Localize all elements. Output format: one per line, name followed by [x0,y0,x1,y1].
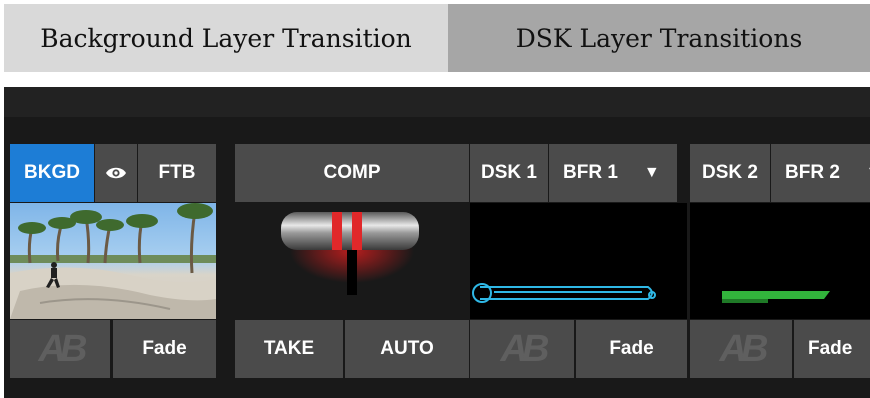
fade-label: Fade [609,338,654,359]
transition-style-button-dsk1[interactable]: AB [470,320,574,378]
dsk1-button[interactable]: DSK 1 [470,144,548,202]
tab-label: Background Layer Transition [40,23,412,53]
transition-style-button-dsk2[interactable]: AB [690,320,792,378]
tab-label: DSK Layer Transitions [515,23,803,53]
comp-label: COMP [323,162,381,183]
fade-button-dsk2[interactable]: Fade [794,320,870,378]
ftb-label: FTB [158,162,196,183]
panel-top-band [4,87,870,117]
dsk2-lower-third-graphic [722,291,830,303]
bkgd-label: BKGD [24,162,80,183]
t-bar[interactable] [235,203,469,319]
transition-panel: BKGD FTB COMP DSK 1 BFR 1 ▼ DSK 2 BFR 2 … [4,87,870,398]
ftb-button[interactable]: FTB [138,144,216,202]
t-bar-handle[interactable] [235,203,469,319]
dsk1-preview [470,203,687,319]
fade-button-dsk1[interactable]: Fade [576,320,687,378]
dsk1-label: DSK 1 [481,162,537,183]
comp-button[interactable]: COMP [235,144,469,202]
caret-down-icon: ▼ [643,164,660,181]
dsk2-button[interactable]: DSK 2 [690,144,770,202]
dsk1-lower-third-graphic [472,283,656,303]
tab-dsk-layer-transitions[interactable]: DSK Layer Transitions [448,4,870,72]
skatepark-palm-trees-image [10,203,216,319]
bkgd-button[interactable]: BKGD [10,144,94,202]
bfr1-label: BFR 1 [563,162,618,183]
bfr1-dropdown[interactable]: BFR 1 ▼ [549,144,677,202]
tab-background-layer-transition[interactable]: Background Layer Transition [4,4,448,72]
bkgd-preview-thumbnail [10,203,216,319]
transition-style-button-bkgd[interactable]: AB [10,320,110,378]
ab-transition-icon: AB [38,327,88,370]
auto-label: AUTO [380,338,434,359]
auto-button[interactable]: AUTO [345,320,469,378]
fade-label: Fade [808,338,853,359]
bfr2-dropdown[interactable]: BFR 2 ▼ [771,144,870,202]
take-button[interactable]: TAKE [235,320,343,378]
eye-icon [106,167,126,179]
dsk2-label: DSK 2 [702,162,758,183]
preview-eye-button[interactable] [95,144,137,202]
ab-transition-icon: AB [719,327,769,370]
fade-button-bkgd[interactable]: Fade [113,320,216,378]
take-label: TAKE [263,338,315,359]
fade-label: Fade [142,338,187,359]
dsk2-preview [690,203,870,319]
caret-down-icon: ▼ [866,164,870,182]
bfr2-label: BFR 2 [785,162,840,183]
ab-transition-icon: AB [500,327,550,370]
